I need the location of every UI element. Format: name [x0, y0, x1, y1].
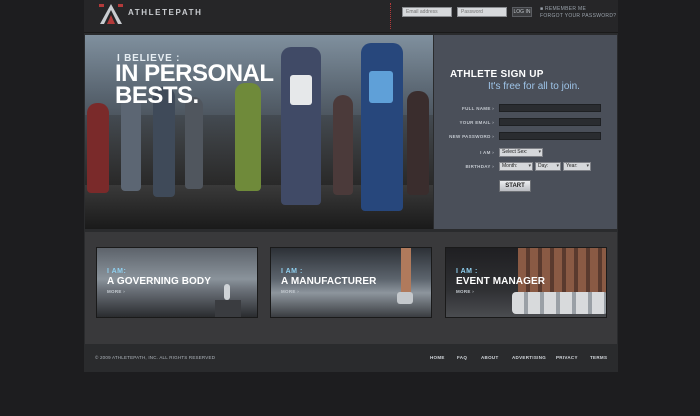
card-title: EVENT MANAGER: [456, 276, 546, 287]
card-iam-label: I AM :: [456, 268, 478, 275]
select-arrow-icon: ▾: [528, 163, 531, 169]
card-iam-label: I AM:: [107, 268, 127, 275]
runner-figure: [185, 97, 203, 189]
hero-quote-big: IN PERSONAL BESTS.: [115, 62, 274, 109]
runner-figure: [290, 75, 312, 105]
sex-select-value: Select Sex:: [502, 149, 528, 155]
legs-shape: [518, 248, 606, 296]
full-name-label: FULL NAME ›: [462, 106, 494, 111]
sex-select[interactable]: Select Sex: ▾: [499, 148, 543, 157]
select-arrow-icon: ▾: [556, 163, 559, 169]
runner-figure: [369, 71, 393, 103]
runner-figure: [361, 43, 403, 211]
hero-quote-line2: BESTS.: [115, 82, 199, 109]
more-link[interactable]: MORE ›: [281, 289, 299, 294]
signup-subtitle: It's free for all to join.: [488, 81, 580, 92]
site-header: ATHLETEPATH LOG IN ■ REMEMBER ME FORGOT …: [84, 0, 618, 33]
header-divider: [390, 3, 391, 29]
month-select-value: Month:: [502, 163, 518, 169]
year-select-value: Year:: [566, 163, 578, 169]
more-link[interactable]: MORE ›: [107, 289, 125, 294]
footer-link-faq[interactable]: FAQ: [457, 355, 467, 360]
birthday-label: BIRTHDAY ›: [465, 164, 494, 169]
card-title: A GOVERNING BODY: [107, 276, 212, 287]
start-button[interactable]: START: [499, 180, 531, 192]
runner-figure: [333, 95, 353, 195]
card-iam-label: I AM :: [281, 268, 303, 275]
site-footer: © 2009 ATHLETEPATH, INC. ALL RIGHTS RESE…: [84, 348, 618, 368]
figure-shape: [224, 284, 230, 300]
login-password-input[interactable]: [457, 7, 507, 17]
i-am-label: I AM ›: [480, 150, 494, 155]
full-name-field[interactable]: [499, 104, 601, 112]
shoe-shape: [397, 292, 413, 304]
day-select-value: Day:: [538, 163, 549, 169]
password-label: NEW PASSWORD ›: [449, 134, 494, 139]
remember-me-checkbox[interactable]: ■ REMEMBER ME: [540, 6, 586, 12]
footer-link-terms[interactable]: TERMS: [590, 355, 607, 360]
month-select[interactable]: Month: ▾: [499, 162, 533, 171]
hero-image: I BELIEVE : IN PERSONAL BESTS.: [85, 35, 433, 229]
day-select[interactable]: Day: ▾: [535, 162, 561, 171]
shoes-shape: [512, 292, 606, 314]
signup-panel: ATHLETE SIGN UP It's free for all to joi…: [434, 35, 617, 229]
more-link[interactable]: MORE ›: [456, 289, 474, 294]
logo-text[interactable]: ATHLETEPATH: [128, 8, 202, 17]
email-field[interactable]: [499, 118, 601, 126]
select-arrow-icon: ▾: [586, 163, 589, 169]
footer-link-advertising[interactable]: ADVERTISING: [512, 355, 546, 360]
signup-title: ATHLETE SIGN UP: [450, 69, 544, 80]
runner-figure: [121, 95, 141, 191]
copyright-text: © 2009 ATHLETEPATH, INC. ALL RIGHTS RESE…: [95, 355, 216, 360]
footer-link-about[interactable]: ABOUT: [481, 355, 499, 360]
runner-figure: [407, 91, 429, 195]
email-label: YOUR EMAIL ›: [459, 120, 494, 125]
footer-link-privacy[interactable]: PRIVACY: [556, 355, 578, 360]
runner-figure: [281, 47, 321, 205]
login-button[interactable]: LOG IN: [512, 7, 532, 17]
card-manufacturer[interactable]: I AM : A MANUFACTURER MORE ›: [270, 247, 432, 318]
card-event-manager[interactable]: I AM : EVENT MANAGER MORE ›: [445, 247, 607, 318]
card-title: A MANUFACTURER: [281, 276, 377, 287]
login-email-input[interactable]: [402, 7, 452, 17]
athletepath-logo-icon[interactable]: [98, 2, 124, 26]
pier-shape: [215, 300, 241, 317]
footer-link-home[interactable]: HOME: [430, 355, 445, 360]
select-arrow-icon: ▾: [538, 149, 541, 155]
runner-figure: [87, 103, 109, 193]
password-field[interactable]: [499, 132, 601, 140]
card-governing-body[interactable]: I AM: A GOVERNING BODY MORE ›: [96, 247, 258, 318]
year-select[interactable]: Year: ▾: [563, 162, 591, 171]
page-container: ATHLETEPATH LOG IN ■ REMEMBER ME FORGOT …: [84, 0, 618, 372]
forgot-password-link[interactable]: FORGOT YOUR PASSWORD?: [540, 13, 616, 19]
leg-shape: [401, 248, 411, 294]
